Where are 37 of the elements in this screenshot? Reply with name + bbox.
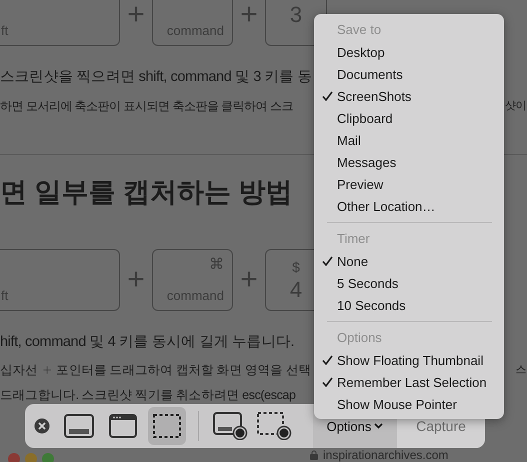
paragraph-text: 십자선 bbox=[0, 362, 38, 379]
plus-sign: + bbox=[126, 265, 146, 295]
menu-item[interactable]: Messages bbox=[314, 151, 504, 173]
paragraph-text: 드래그합니다. 스크린샷 찍기를 취소하려면 esc(escap bbox=[0, 387, 296, 404]
window-control-dot[interactable] bbox=[25, 453, 37, 462]
menu-item[interactable]: Documents bbox=[314, 63, 504, 85]
menu-section-header: Save to bbox=[336, 21, 382, 39]
section-heading: 면 일부를 캡처하는 방법 bbox=[0, 176, 293, 209]
paragraph-text: 스 bbox=[516, 363, 526, 378]
close-button[interactable] bbox=[34, 418, 50, 434]
paragraph-text: 포인터를 드래그하여 캡처할 화면 영역을 선택 bbox=[56, 362, 311, 379]
plus-sign: + bbox=[239, 265, 259, 295]
paragraph-text: 스크린샷을 찍으려면 shift, command 및 3 키를 동 bbox=[0, 68, 311, 87]
screen-icon bbox=[64, 414, 94, 438]
menu-item[interactable]: ScreenShots bbox=[314, 85, 504, 107]
menu-item[interactable]: Other Location… bbox=[314, 195, 504, 217]
menu-section-header: Options bbox=[336, 329, 383, 347]
dashed-selection-icon bbox=[153, 414, 181, 438]
menu-item[interactable]: Clipboard bbox=[314, 107, 504, 129]
record-selection-icon bbox=[256, 412, 292, 440]
paragraph-text: 샷이 bbox=[505, 99, 526, 114]
paragraph-text: hift, command 및 4 키를 동시에 길게 누릅니다. bbox=[0, 333, 294, 352]
menu-item[interactable]: Remember Last Selection bbox=[314, 371, 504, 393]
plus-sign: + bbox=[126, 0, 146, 30]
paragraph-text: 하면 모서리에 축소판이 표시되면 축소판을 클릭하여 스크 bbox=[0, 98, 294, 115]
window-control-dot[interactable] bbox=[8, 453, 20, 462]
menu-item[interactable]: Show Floating Thumbnail bbox=[314, 349, 504, 371]
lock-icon bbox=[310, 450, 318, 460]
menu-item[interactable]: Preview bbox=[314, 173, 504, 195]
window-control-dot[interactable] bbox=[42, 453, 54, 462]
record-screen-icon bbox=[212, 412, 248, 440]
window-icon bbox=[109, 414, 137, 438]
menu-section-header: Timer bbox=[336, 230, 371, 248]
plus-sign: + bbox=[239, 0, 259, 30]
menu-item[interactable]: Mail bbox=[314, 129, 504, 151]
caret-icon bbox=[374, 423, 384, 429]
capture-mode-button[interactable] bbox=[148, 407, 186, 445]
